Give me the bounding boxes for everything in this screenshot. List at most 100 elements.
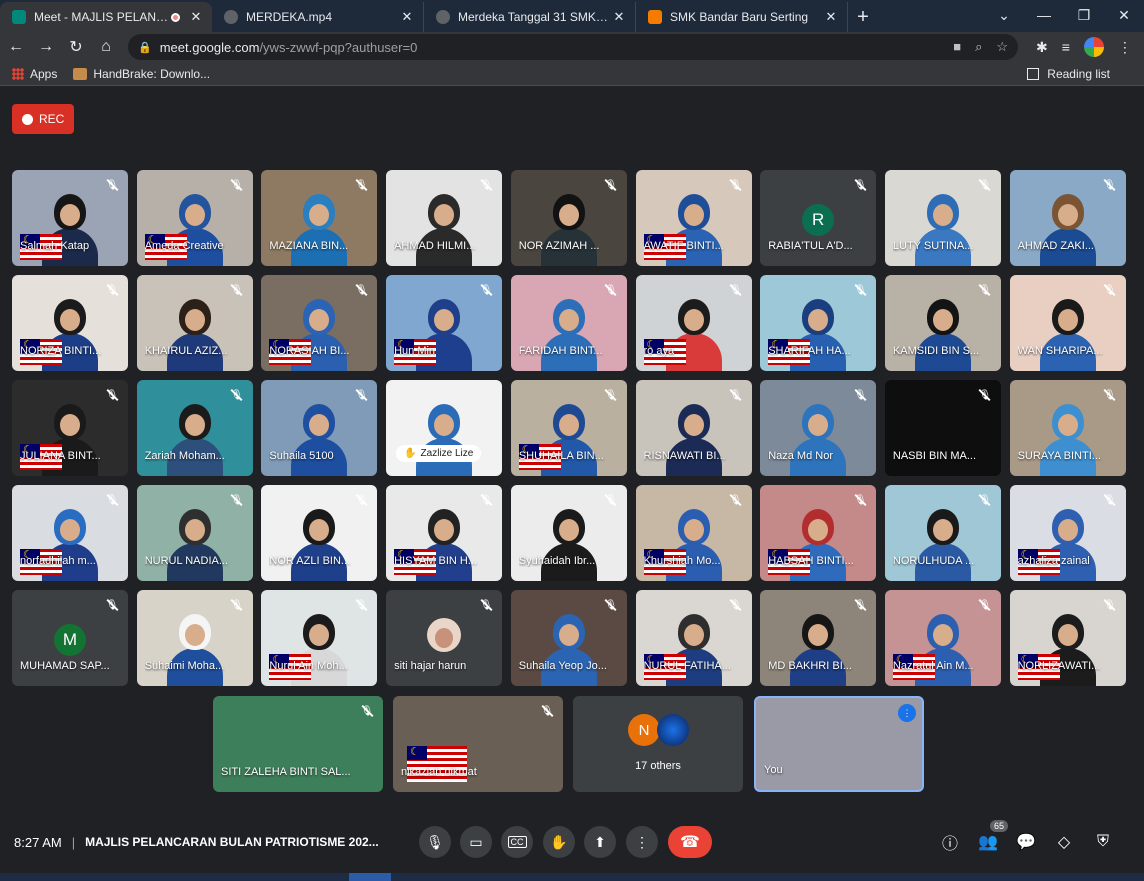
participant-tile[interactable]: Zariah Moham... (136, 380, 253, 476)
participant-tile[interactable]: NOR AZLI BIN... (261, 485, 378, 581)
restore-icon[interactable]: ❐ (1064, 0, 1104, 30)
microphone-button[interactable]: 🎙 (419, 826, 451, 858)
leave-call-button[interactable]: ☎ (668, 826, 712, 858)
participant-tile[interactable]: MAZIANA BIN... (261, 170, 378, 266)
participant-tile[interactable]: nikaziah nikmat (393, 696, 563, 792)
reading-list-button[interactable]: Reading list (1027, 67, 1110, 81)
new-tab-button[interactable]: + (848, 2, 878, 32)
participant-tile[interactable]: NURUL FATIHA... (635, 590, 752, 686)
participant-tile[interactable]: M MUHAMAD SAP... (12, 590, 128, 686)
camera-button[interactable]: ▭ (460, 826, 492, 858)
address-bar[interactable]: 🔒 meet.google.com/yws-zwwf-pqp?authuser=… (128, 34, 1018, 60)
media-control-icon[interactable]: ≡ (1062, 39, 1070, 55)
close-tab-icon[interactable]: ✕ (399, 9, 415, 25)
close-tab-icon[interactable]: ✕ (823, 9, 839, 25)
captions-button[interactable]: CC (501, 826, 533, 858)
participant-tile[interactable]: KAMSIDI BIN S... (884, 275, 1001, 371)
participant-video (911, 293, 975, 371)
participant-tile[interactable]: SITI ZALEHA BINTI SAL... (213, 696, 383, 792)
participant-tile[interactable]: Nazratul Ain M... (884, 590, 1001, 686)
participant-tile[interactable]: NORASIAH BI... (261, 275, 378, 371)
meeting-details-button[interactable]: ⓘ (934, 826, 966, 858)
mic-off-icon (1102, 492, 1118, 508)
extensions-icon[interactable]: ✱ (1036, 39, 1048, 56)
taskbar-active-app[interactable] (349, 873, 391, 881)
participant-tile[interactable]: Ameda Creative (136, 170, 253, 266)
participant-tile[interactable]: WAN SHARIPA... (1009, 275, 1126, 371)
mic-off-icon (728, 177, 744, 193)
participant-tile[interactable]: NOR AZIMAH ... (510, 170, 627, 266)
participant-tile[interactable]: Syuhaidah Ibr... (510, 485, 627, 581)
home-icon[interactable]: ⌂ (92, 33, 120, 61)
participant-tile[interactable]: AWATIF BINTI... (635, 170, 752, 266)
profile-avatar[interactable] (1083, 37, 1104, 57)
participant-tile[interactable]: LUTY SUTINA... (884, 170, 1001, 266)
bookmark-handbrake[interactable]: HandBrake: Downlo... (73, 67, 210, 81)
participant-tile[interactable]: NORIZA BINTI... (12, 275, 128, 371)
participant-tile[interactable]: azhaliza zainal (1009, 485, 1126, 581)
raise-hand-button[interactable]: ✋ (543, 826, 575, 858)
mic-off-icon (977, 282, 993, 298)
minimize-icon[interactable]: — (1024, 0, 1064, 30)
tab-meet[interactable]: Meet - MAJLIS PELANCARAN ✕ (0, 2, 212, 32)
chat-button[interactable]: 💬 (1010, 826, 1042, 858)
more-options-button[interactable]: ⋮ (626, 826, 658, 858)
tab-merdeka-tanggal[interactable]: Merdeka Tanggal 31 SMKBBS 202 ✕ (424, 2, 636, 32)
back-arrow-icon[interactable]: ← (2, 33, 30, 61)
zoom-icon[interactable]: ⌕ (975, 39, 982, 55)
participant-tile[interactable]: AHMAD ZAKI... (1009, 170, 1126, 266)
window-close-icon[interactable]: ✕ (1104, 0, 1144, 30)
participant-tile[interactable]: ro aya (635, 275, 752, 371)
participant-tile[interactable]: RISNAWATI BI... (635, 380, 752, 476)
participant-tile[interactable]: HABSAH BINTI... (760, 485, 877, 581)
participant-tile[interactable]: Salmah Katap (12, 170, 128, 266)
participant-tile[interactable]: SURAYA BINTI... (1009, 380, 1126, 476)
participant-tile[interactable]: Naza Md Nor (760, 380, 877, 476)
tab-merdeka-mp4[interactable]: MERDEKA.mp4 ✕ (212, 2, 424, 32)
participant-tile[interactable]: Suhaila Yeop Jo... (510, 590, 627, 686)
participant-tile[interactable]: MD BAKHRI BI... (760, 590, 877, 686)
present-button[interactable]: ⬆ (584, 826, 616, 858)
participant-tile[interactable]: SHUHAILA BIN... (510, 380, 627, 476)
participant-tile[interactable]: Suhaimi Moha... (136, 590, 253, 686)
close-tab-icon[interactable]: ✕ (188, 9, 204, 25)
bookmark-star-icon[interactable]: ☆ (996, 39, 1008, 55)
camera-icon[interactable]: ■ (953, 39, 961, 55)
participant-tile[interactable]: Khurshiah Mo... (635, 485, 752, 581)
participant-tile[interactable]: Suhaila 5100 (261, 380, 378, 476)
activities-icon: ◇ (1057, 834, 1071, 851)
window-controls: ⌄ — ❐ ✕ (984, 0, 1144, 30)
participant-tile[interactable]: FARIDAH BINT... (510, 275, 627, 371)
participant-tile[interactable]: NASBI BIN MA... (884, 380, 1001, 476)
participant-tile[interactable]: ✋ Zazlize Lize (386, 380, 503, 476)
participant-tile[interactable]: norfadhilah m... (12, 485, 128, 581)
host-controls-button[interactable]: ⛨ (1087, 826, 1119, 858)
participant-name: Suhaila 5100 (269, 450, 334, 462)
activities-button[interactable]: ◇ (1048, 826, 1080, 858)
others-tile[interactable]: N 17 others (573, 696, 743, 792)
people-button[interactable]: 👥 65 (972, 820, 1008, 858)
participant-tile[interactable]: Hun Min (386, 275, 503, 371)
forward-arrow-icon[interactable]: → (32, 33, 60, 61)
mic-off-icon (977, 597, 993, 613)
reload-icon[interactable]: ↻ (62, 33, 90, 61)
self-view-tile[interactable]: You ⋮ (754, 696, 924, 792)
menu-kebab-icon[interactable]: ⋮ (1118, 39, 1132, 56)
close-tab-icon[interactable]: ✕ (611, 9, 627, 25)
participant-tile[interactable]: Nurul Ain Moh... (261, 590, 378, 686)
participant-tile[interactable]: NORLIZAWATI... (1009, 590, 1126, 686)
participant-tile[interactable]: NURUL NADIA... (136, 485, 253, 581)
tab-smk-bandar-baru[interactable]: SMK Bandar Baru Serting ✕ (636, 2, 848, 32)
participant-tile[interactable]: siti hajar harun (386, 590, 503, 686)
participant-tile[interactable]: NORULHUDA ... (884, 485, 1001, 581)
tab-search-icon[interactable]: ⌄ (984, 0, 1024, 30)
participant-tile[interactable]: SHARIFAH HA... (760, 275, 877, 371)
bookmark-apps[interactable]: Apps (12, 67, 57, 81)
participant-tile[interactable]: JULIANA BINT... (12, 380, 128, 476)
video-camera-icon: ▭ (469, 833, 483, 850)
participant-tile[interactable]: AHMAD HILMI... (386, 170, 503, 266)
mic-off-icon (353, 282, 369, 298)
participant-tile[interactable]: R RABIA'TUL A'D... (760, 170, 877, 266)
participant-tile[interactable]: HISYAM BIN H... (386, 485, 503, 581)
participant-tile[interactable]: KHAIRUL AZIZ... (136, 275, 253, 371)
